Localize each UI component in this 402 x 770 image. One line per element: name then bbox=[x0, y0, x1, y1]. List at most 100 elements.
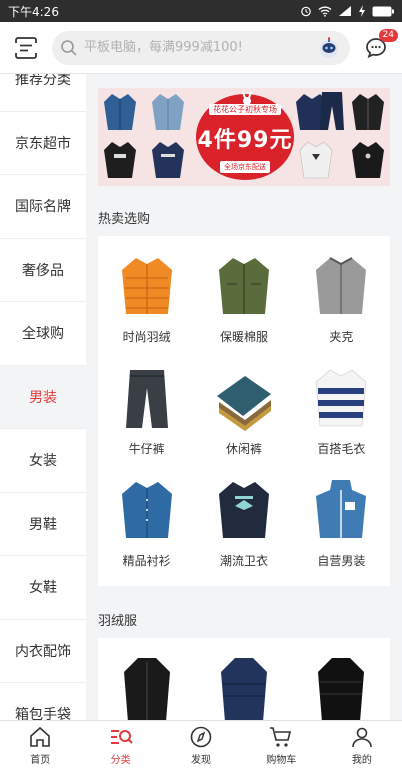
charging-icon bbox=[359, 5, 365, 17]
tab-category[interactable]: 分类 bbox=[80, 721, 160, 770]
category-icon bbox=[110, 730, 133, 744]
cart-icon bbox=[270, 727, 292, 747]
long-coat-icon bbox=[123, 658, 170, 720]
hot-products-card: 时尚羽绒 保暖棉服 夹克 牛仔裤 休闲裤 百搭毛衣 精品衬衫 潮流卫衣 自营男装 bbox=[98, 236, 390, 586]
sweatshirt-icon bbox=[218, 482, 269, 538]
product-label: 百搭毛衣 bbox=[317, 442, 366, 456]
product-hoodie[interactable]: 自营男装 bbox=[293, 460, 390, 572]
bunny-logo-icon bbox=[242, 92, 252, 105]
sidebar-item-label: 男装 bbox=[29, 389, 57, 406]
sidebar-item-label: 内衣配饰 bbox=[15, 643, 71, 660]
black-down-icon bbox=[318, 658, 365, 720]
message-button[interactable]: 24 bbox=[360, 28, 398, 64]
sidebar-item-label: 国际名牌 bbox=[15, 199, 71, 216]
tab-label: 发现 bbox=[191, 755, 212, 766]
tab-discover[interactable]: 发现 bbox=[161, 721, 241, 770]
sidebar-item-recommended[interactable]: 推荐分类 bbox=[0, 74, 86, 112]
product-sweatshirt[interactable]: 潮流卫衣 bbox=[195, 460, 292, 572]
sidebar-item-jd-supermarket[interactable]: 京东超市 bbox=[0, 111, 86, 175]
search-box[interactable] bbox=[52, 30, 350, 65]
navy-down-icon bbox=[220, 658, 267, 720]
sidebar-item-global[interactable]: 全球购 bbox=[0, 302, 86, 366]
product-down-jacket[interactable]: 时尚羽绒 bbox=[98, 236, 195, 348]
top-header: 24 bbox=[0, 22, 402, 74]
product-label: 夹克 bbox=[329, 330, 354, 344]
product-jacket[interactable]: 夹克 bbox=[293, 236, 390, 348]
promo-badge: 花花公子初秋专场 4件99元 全场京东配送 bbox=[196, 94, 294, 180]
sidebar-item-mens-shoes[interactable]: 男鞋 bbox=[0, 492, 86, 556]
white-sweatshirt-image bbox=[299, 141, 333, 179]
user-icon bbox=[352, 727, 372, 748]
sidebar-item-label: 京东超市 bbox=[15, 135, 71, 152]
sidebar-item-label: 奢侈品 bbox=[22, 262, 64, 279]
search-input[interactable] bbox=[84, 40, 316, 55]
battery-icon bbox=[372, 6, 394, 16]
category-sidebar[interactable]: 推荐分类 京东超市 国际名牌 奢侈品 全球购 男装 女装 男鞋 女鞋 内衣配饰 … bbox=[0, 74, 86, 720]
tab-profile[interactable]: 我的 bbox=[322, 721, 402, 770]
product-cotton-jacket[interactable]: 保暖棉服 bbox=[195, 236, 292, 348]
navy-pants-image bbox=[320, 92, 344, 130]
sidebar-item-label: 男鞋 bbox=[29, 516, 57, 533]
tab-label: 我的 bbox=[351, 755, 372, 766]
light-denim-jacket-image bbox=[152, 94, 184, 130]
down-products-card bbox=[98, 638, 390, 720]
denim-jacket-image bbox=[104, 94, 136, 130]
sidebar-item-bags[interactable]: 箱包手袋 bbox=[0, 683, 86, 720]
product-jeans[interactable]: 牛仔裤 bbox=[98, 348, 195, 460]
black-sweatshirt-image bbox=[104, 142, 136, 178]
product-casual-pants[interactable]: 休闲裤 bbox=[195, 348, 292, 460]
down-jacket-icon bbox=[121, 258, 172, 314]
shirt-icon bbox=[121, 482, 172, 538]
product-label: 休闲裤 bbox=[225, 442, 262, 456]
discover-icon bbox=[190, 726, 212, 748]
promo-banner[interactable]: 花花公子初秋专场 4件99元 全场京东配送 bbox=[98, 88, 390, 186]
status-icons bbox=[300, 5, 394, 17]
sidebar-item-label: 女装 bbox=[29, 453, 57, 470]
sidebar-item-international-brands[interactable]: 国际名牌 bbox=[0, 175, 86, 239]
promo-sub-text: 全场京东配送 bbox=[220, 161, 270, 173]
wifi-icon bbox=[318, 6, 332, 17]
product-sweater[interactable]: 百搭毛衣 bbox=[293, 348, 390, 460]
product-label: 保暖棉服 bbox=[219, 330, 268, 344]
sidebar-item-womens-shoes[interactable]: 女鞋 bbox=[0, 556, 86, 620]
sweater-icon bbox=[316, 369, 367, 427]
status-bar: 下午4:26 bbox=[0, 0, 402, 22]
product-black-down[interactable] bbox=[293, 638, 390, 720]
section-title-hot: 热卖选购 bbox=[98, 212, 151, 227]
jacket-icon bbox=[316, 257, 367, 314]
cotton-jacket-icon bbox=[218, 258, 269, 314]
product-label: 牛仔裤 bbox=[128, 442, 165, 456]
tab-home[interactable]: 首页 bbox=[0, 721, 80, 770]
tab-cart[interactable]: 购物车 bbox=[241, 721, 321, 770]
product-label: 精品衬衫 bbox=[122, 554, 171, 568]
category-content[interactable]: 花花公子初秋专场 4件99元 全场京东配送 热卖选购 时尚羽绒 保暖棉服 夹克 bbox=[86, 74, 402, 720]
alarm-icon bbox=[301, 6, 311, 17]
pants-icon bbox=[216, 376, 271, 431]
sidebar-item-label: 女鞋 bbox=[29, 580, 57, 597]
status-time: 下午4:26 bbox=[8, 4, 59, 19]
product-shirt[interactable]: 精品衬衫 bbox=[98, 460, 195, 572]
product-navy-down[interactable] bbox=[195, 638, 292, 720]
sidebar-item-womenswear[interactable]: 女装 bbox=[0, 429, 86, 493]
tab-label: 首页 bbox=[30, 755, 51, 766]
home-icon bbox=[30, 726, 51, 747]
black-longsleeve-image bbox=[352, 142, 384, 178]
signal-icon bbox=[339, 6, 351, 16]
tab-label: 分类 bbox=[110, 755, 131, 766]
scan-icon bbox=[15, 36, 37, 59]
bottom-tab-bar: 首页 分类 发现 购物车 我的 bbox=[0, 720, 402, 770]
robot-assistant-icon[interactable] bbox=[316, 35, 342, 61]
sidebar-item-luxury[interactable]: 奢侈品 bbox=[0, 238, 86, 302]
sidebar-item-menswear[interactable]: 男装 bbox=[0, 365, 86, 429]
sidebar-item-underwear[interactable]: 内衣配饰 bbox=[0, 619, 86, 683]
search-icon bbox=[61, 39, 77, 56]
scan-button[interactable] bbox=[10, 32, 42, 64]
jeans-icon bbox=[125, 370, 168, 428]
sidebar-item-label: 全球购 bbox=[22, 326, 64, 343]
sidebar-item-label: 箱包手袋 bbox=[15, 707, 71, 720]
promo-main-text: 4件99元 bbox=[197, 128, 293, 153]
product-label: 潮流卫衣 bbox=[219, 554, 268, 568]
sidebar-item-label: 推荐分类 bbox=[15, 74, 71, 89]
tab-label: 购物车 bbox=[266, 755, 297, 766]
product-long-down-coat[interactable] bbox=[98, 638, 195, 720]
